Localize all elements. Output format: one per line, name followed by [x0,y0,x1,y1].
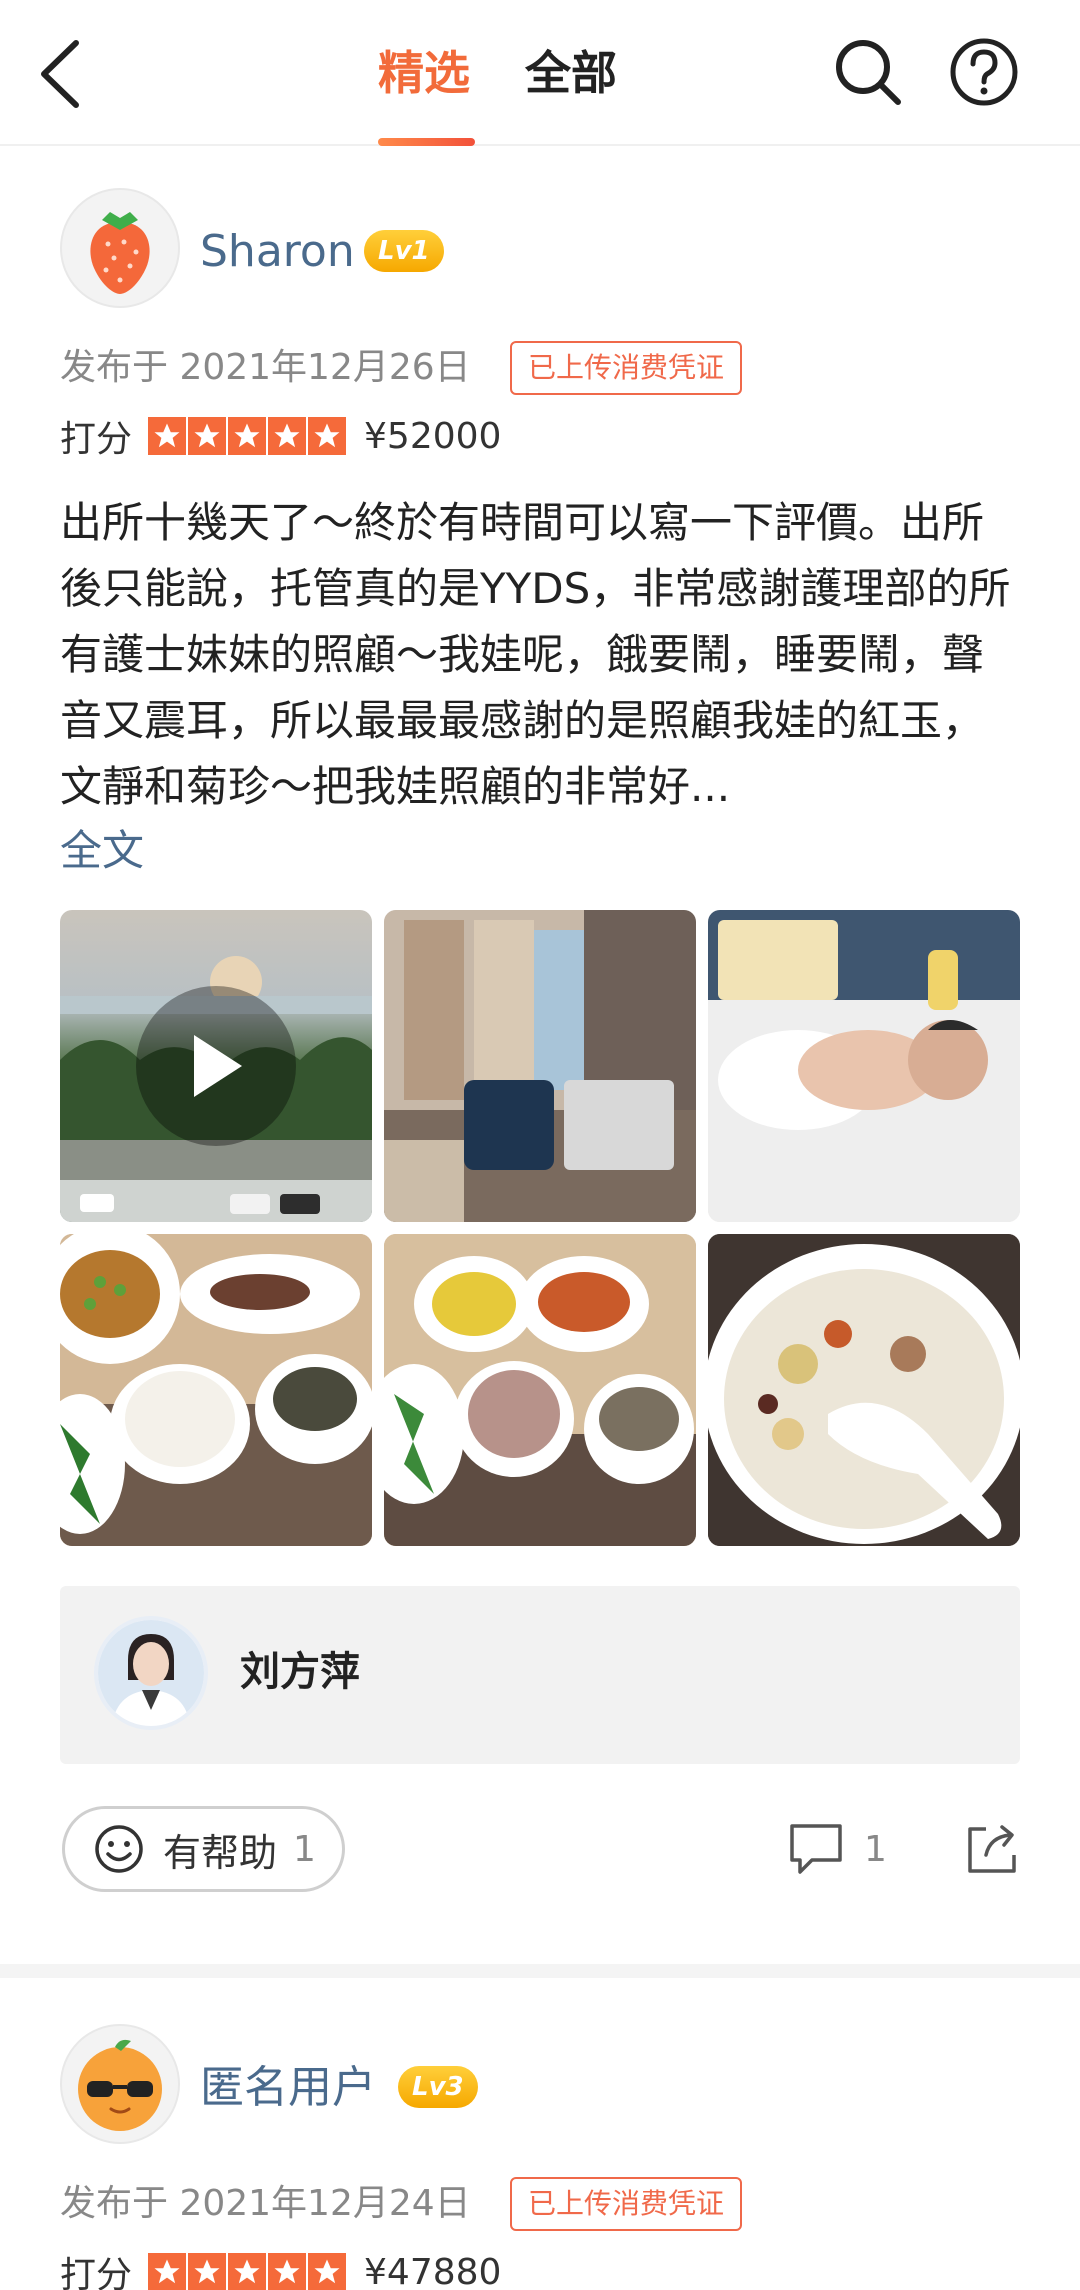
price: ¥47880 [364,2251,502,2290]
tab-all[interactable]: 全部 [525,40,617,106]
rating-row: 打分 ¥52000 [60,412,502,461]
tab-featured[interactable]: 精选 [378,40,470,106]
photo-grid [60,910,1020,1546]
star-icon [308,2253,347,2290]
star-icon [268,417,307,455]
rating-label: 打分 [60,419,133,460]
orange-sunglasses-avatar-icon [78,2039,162,2131]
user-level-badge: Lv3 [398,2066,478,2108]
star-icon [188,417,227,455]
review-card: 匿名用户 Lv3 发布于 2021年12月24日 已上传消费凭证 打分 ¥478… [0,1978,1080,2290]
staff-name: 刘方萍 [240,1649,360,1695]
helpful-label: 有帮助 [163,1830,278,1875]
review-photo[interactable] [708,1234,1020,1546]
room-photo-image [384,910,696,1222]
play-icon [194,1035,242,1097]
search-button[interactable] [832,36,904,108]
smiley-icon [95,1825,143,1873]
staff-avatar [94,1616,208,1730]
star-icon [228,2253,267,2290]
search-icon [836,40,901,105]
meal-photo-image [384,1234,696,1546]
star-icon [308,417,347,455]
review-photo[interactable] [384,1234,696,1546]
soup-photo-image [708,1234,1020,1546]
rating-row: 打分 ¥47880 [60,2248,501,2290]
username[interactable]: 匿名用户 [200,2060,376,2116]
star-icon [148,2253,187,2290]
staff-card[interactable]: 刘方萍 [60,1586,1020,1764]
user-level-badge: Lv1 [364,230,444,272]
review-date: 发布于 2021年12月26日 [60,347,471,388]
top-nav-bar: 精选 全部 [0,0,1080,146]
review-card: Sharon Lv1 发布于 2021年12月26日 已上传消费凭证 打分 ¥5… [0,146,1080,1966]
star-icon [188,2253,227,2290]
comment-button[interactable]: 1 [788,1806,887,1892]
rating-label: 打分 [60,2255,133,2290]
staff-portrait-image [98,1620,204,1726]
user-avatar[interactable] [60,2024,180,2144]
star-rating [148,417,348,455]
active-tab-indicator [378,138,475,146]
star-icon [228,417,267,455]
baby-photo-image [708,910,1020,1222]
receipt-uploaded-badge: 已上传消费凭证 [510,341,743,395]
price: ¥52000 [364,415,502,457]
review-text[interactable]: 出所十幾天了～終於有時間可以寫一下評價。出所後只能說，托管真的是YYDS，非常感… [60,490,1020,820]
share-icon [968,1825,1016,1873]
receipt-uploaded-badge: 已上传消费凭证 [510,2177,743,2231]
comment-icon [790,1824,842,1874]
meal-photo-image [60,1234,372,1546]
chevron-left-icon [41,40,79,108]
review-divider [0,1964,1080,1978]
play-button[interactable] [136,986,296,1146]
star-icon [148,417,187,455]
star-icon [268,2253,307,2290]
comment-count: 1 [864,1828,887,1870]
helpful-count: 1 [293,1828,316,1870]
review-photo[interactable] [708,910,1020,1222]
strawberry-avatar-icon [90,212,150,294]
share-button[interactable] [964,1806,1020,1892]
video-thumbnail[interactable] [60,910,372,1222]
help-button[interactable] [948,36,1020,108]
helpful-button[interactable]: 有帮助 1 [62,1806,345,1892]
user-avatar[interactable] [60,188,180,308]
review-date: 发布于 2021年12月24日 [60,2183,471,2224]
username[interactable]: Sharon [200,224,355,280]
review-photo[interactable] [384,910,696,1222]
back-button[interactable] [30,36,90,112]
full-text-link[interactable]: 全文 [60,818,144,884]
review-photo[interactable] [60,1234,372,1546]
star-rating [148,2253,348,2290]
question-circle-icon [950,38,1018,106]
